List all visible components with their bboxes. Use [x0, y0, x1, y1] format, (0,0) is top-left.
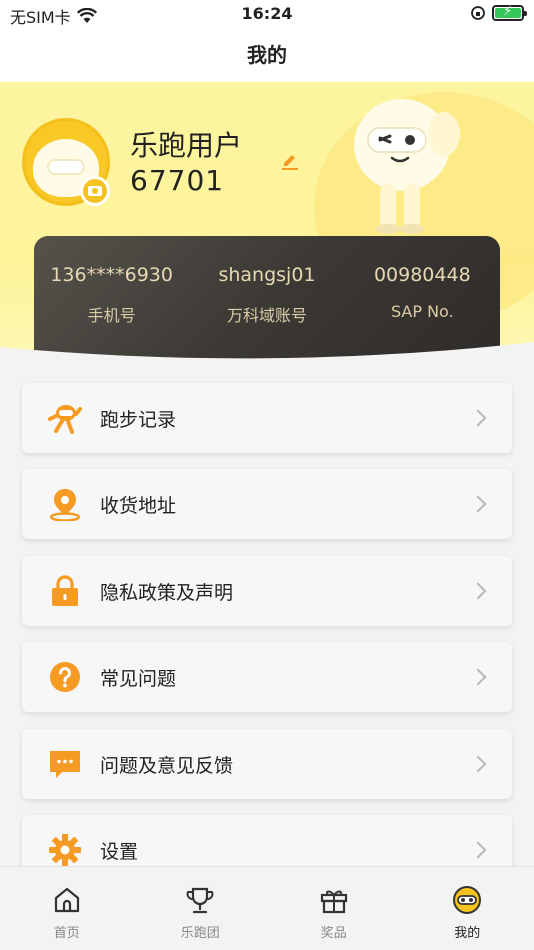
feedback-icon — [48, 747, 82, 781]
user-id: 67701 — [130, 164, 225, 197]
page-title: 我的 — [247, 43, 287, 67]
domain-account-info: shangsj01 万科域账号 — [192, 264, 342, 326]
gift-icon — [320, 890, 347, 914]
phone-value: 136****6930 — [50, 264, 173, 286]
nav-bar: 我的 — [0, 28, 534, 82]
menu-label-address: 收货地址 — [100, 494, 177, 517]
menu-item-privacy[interactable]: 隐私政策及声明 — [22, 556, 512, 626]
question-icon — [48, 660, 82, 694]
menu-label-privacy: 隐私政策及声明 — [100, 581, 234, 604]
menu-item-running-record[interactable]: 跑步记录 — [22, 383, 512, 453]
edit-icon[interactable] — [280, 150, 300, 170]
mascot-face-icon — [453, 886, 482, 914]
trophy-icon — [186, 887, 214, 914]
tab-label-running-group: 乐跑团 — [180, 926, 220, 941]
menu-item-address[interactable]: 收货地址 — [22, 469, 512, 539]
chevron-right-icon — [469, 495, 487, 513]
home-icon — [54, 887, 79, 913]
tab-label-mine: 我的 — [454, 926, 481, 941]
battery-icon: ⚡ — [492, 4, 527, 21]
phone-label: 手机号 — [87, 306, 136, 325]
domain-account-value: shangsj01 — [218, 264, 316, 286]
phone-info: 136****6930 手机号 — [37, 264, 187, 326]
menu-label-faq: 常见问题 — [100, 667, 177, 690]
status-time: 16:24 — [241, 4, 293, 23]
header-wave — [0, 342, 534, 382]
menu-label-running-record: 跑步记录 — [100, 408, 177, 431]
chevron-right-icon — [469, 668, 487, 686]
tab-running-group[interactable]: 乐跑团 — [134, 867, 268, 950]
menu-item-faq[interactable]: 常见问题 — [22, 642, 512, 712]
chevron-right-icon — [469, 755, 487, 773]
tab-label-home: 首页 — [53, 926, 80, 941]
gear-icon — [48, 833, 82, 867]
sap-label: SAP No. — [390, 302, 454, 321]
profile-header: 乐跑用户 67701 136****6930 手机号 shangsj01 万科域… — [0, 82, 534, 382]
running-record-icon — [48, 401, 82, 435]
orientation-lock-icon — [471, 6, 485, 20]
status-bar: 无SIM卡 16:24 ⚡ — [0, 0, 534, 28]
tab-bar: 首页 乐跑团 奖品 我的 — [0, 866, 534, 950]
lock-icon — [48, 574, 82, 608]
sap-info: 00980448 SAP No. — [347, 264, 497, 326]
tab-label-prizes: 奖品 — [320, 926, 347, 941]
chevron-right-icon — [469, 841, 487, 859]
user-name: 乐跑用户 — [130, 129, 243, 162]
menu-item-feedback[interactable]: 问题及意见反馈 — [22, 729, 512, 799]
menu-label-settings: 设置 — [100, 840, 139, 863]
chevron-right-icon — [469, 582, 487, 600]
tab-home[interactable]: 首页 — [0, 867, 134, 950]
domain-account-label: 万科域账号 — [226, 306, 307, 325]
chevron-right-icon — [469, 409, 487, 427]
menu-label-feedback: 问题及意见反馈 — [100, 754, 234, 777]
tab-prizes[interactable]: 奖品 — [267, 867, 401, 950]
status-right: ⚡ — [470, 4, 527, 21]
mascot-image — [354, 99, 460, 234]
tab-mine[interactable]: 我的 — [401, 867, 534, 950]
sap-value: 00980448 — [373, 264, 471, 286]
location-pin-icon — [48, 487, 82, 521]
camera-icon[interactable] — [80, 176, 110, 206]
